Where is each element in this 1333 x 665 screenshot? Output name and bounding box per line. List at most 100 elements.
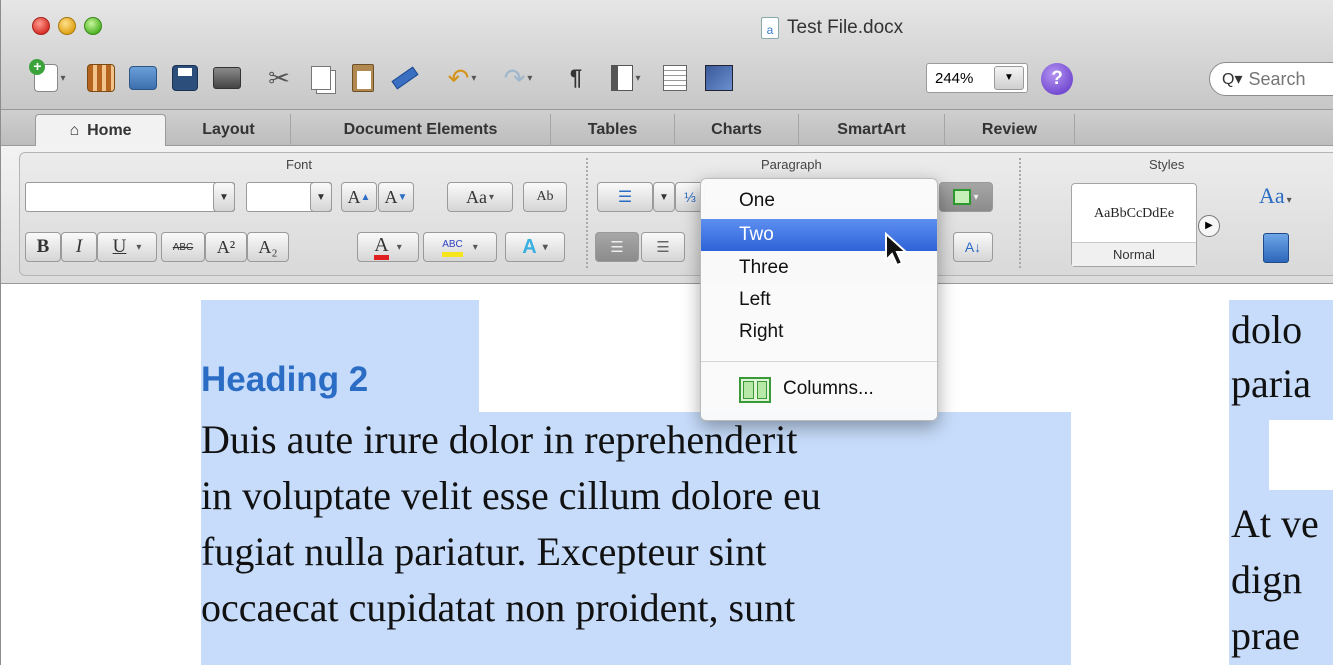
bullets-button[interactable]: ☰ [597, 182, 653, 212]
formatting-palette-button[interactable] [1263, 233, 1289, 263]
new-document-button[interactable]: + ▾ [25, 59, 75, 96]
strikethrough-button[interactable]: ABC [161, 232, 205, 262]
paragraph-line[interactable]: prae [1231, 612, 1300, 660]
menu-item-one[interactable]: One [701, 185, 937, 217]
format-painter-button[interactable] [387, 60, 423, 96]
text-effects-button[interactable]: A ▾ [505, 232, 565, 262]
font-group-label: Font [286, 157, 313, 172]
document-icon: a [761, 17, 779, 39]
zoom-value: 244% [935, 69, 974, 87]
undo-icon: ↶ [447, 62, 470, 93]
chevron-down-icon[interactable]: ▼ [994, 66, 1024, 90]
paragraph-line[interactable]: At ve [1231, 500, 1319, 548]
media-browser-button[interactable] [701, 60, 737, 96]
search-box[interactable]: Q▾ [1209, 62, 1333, 96]
change-case-button[interactable]: Aa ▾ [447, 182, 513, 212]
redo-icon: ↷ [503, 62, 526, 93]
zoom-window-button[interactable] [84, 17, 102, 35]
print-button[interactable] [209, 60, 245, 96]
chevron-down-icon[interactable]: ▼ [653, 182, 675, 212]
tab-tables[interactable]: Tables [551, 114, 675, 146]
open-folder-icon [129, 66, 157, 90]
copy-button[interactable] [303, 60, 339, 96]
templates-button[interactable] [83, 60, 119, 96]
align-left-button[interactable]: ☰ [595, 232, 639, 262]
close-window-button[interactable] [32, 17, 50, 35]
menu-item-left[interactable]: Left [701, 284, 937, 316]
superscript-button[interactable]: A² [205, 232, 247, 262]
columns-menu: One Two Three Left Right Columns... [700, 178, 938, 421]
paragraph-line[interactable]: paria [1231, 360, 1311, 408]
save-button[interactable] [167, 60, 203, 96]
zoom-select[interactable]: 244% ▼ [926, 63, 1028, 93]
styles-pane-button[interactable]: Aa ▾ [1259, 183, 1309, 213]
shrink-font-button[interactable]: A ▼ [378, 182, 414, 212]
templates-icon [87, 64, 115, 92]
subscript-icon: A₂ [258, 236, 278, 257]
show-formatting-button[interactable]: ¶ [561, 60, 591, 96]
document-heading[interactable]: Heading 2 [201, 358, 368, 402]
eraser-icon: Ab [536, 189, 554, 204]
chevron-down-icon[interactable]: ▼ [310, 182, 332, 212]
save-icon [172, 65, 198, 91]
view-button[interactable]: ▾ [601, 60, 651, 96]
gallery-button[interactable] [657, 60, 693, 96]
paragraph-line[interactable]: fugiat nulla pariatur. Excepteur sint [201, 528, 766, 576]
help-button[interactable]: ? [1041, 63, 1073, 95]
search-icon[interactable]: Q▾ [1222, 69, 1242, 89]
menu-separator [701, 361, 937, 362]
tab-charts[interactable]: Charts [675, 114, 799, 146]
columns-icon [953, 189, 972, 205]
ribbon-tab-bar: ⌂ Home Layout Document Elements Tables Ch… [1, 110, 1333, 147]
font-name-field[interactable] [25, 182, 235, 212]
sort-icon: A↓ [964, 239, 982, 255]
undo-button[interactable]: ↶ ▾ [437, 60, 487, 96]
paragraph-line[interactable]: dolo [1231, 306, 1302, 354]
numbered-list-icon: ⅓ [684, 189, 696, 205]
chevron-down-icon[interactable]: ▼ [213, 182, 235, 212]
styles-icon: Aa [1259, 183, 1285, 208]
word-window: a Test File.docx + ▾ ✂ ↶ ▾ ↷ ▾ ¶ ▾ 244% … [0, 0, 1333, 665]
style-sample-text: AaBbCcDdEe [1093, 206, 1175, 221]
paste-button[interactable] [345, 60, 381, 96]
printer-icon [213, 67, 241, 89]
paragraph-line[interactable]: dign [1231, 556, 1302, 604]
underline-button[interactable]: U ▾ [97, 232, 157, 262]
tab-home[interactable]: ⌂ Home [35, 114, 166, 147]
columns-button[interactable]: ▾ [939, 182, 993, 212]
menu-item-right[interactable]: Right [701, 316, 937, 348]
sort-button[interactable]: A↓ [953, 232, 993, 262]
group-divider [586, 158, 588, 268]
clear-formatting-button[interactable]: Ab [523, 182, 567, 212]
style-normal-card[interactable]: AaBbCcDdEe Normal [1071, 183, 1197, 267]
minimize-window-button[interactable] [58, 17, 76, 35]
new-document-icon: + [29, 59, 59, 92]
styles-next-button[interactable]: ▶ [1198, 215, 1220, 237]
cut-button[interactable]: ✂ [261, 60, 297, 96]
grow-font-button[interactable]: A ▲ [341, 182, 377, 212]
font-color-button[interactable]: A ▾ [357, 232, 419, 262]
home-icon: ⌂ [69, 122, 80, 139]
paragraph-line[interactable]: occaecat cupidatat non proident, sunt [201, 584, 795, 632]
italic-button[interactable]: I [61, 232, 97, 262]
tab-review[interactable]: Review [945, 114, 1075, 146]
tab-document-elements[interactable]: Document Elements [291, 114, 551, 146]
bold-button[interactable]: B [25, 232, 61, 262]
redo-button[interactable]: ↷ ▾ [493, 60, 543, 96]
search-input[interactable] [1248, 68, 1329, 90]
selection-highlight [1229, 420, 1269, 490]
align-center-button[interactable]: ☰ [641, 232, 685, 262]
tab-layout[interactable]: Layout [167, 114, 291, 146]
tab-smartart[interactable]: SmartArt [799, 114, 945, 146]
group-divider [1019, 158, 1021, 268]
paragraph-line[interactable]: Duis aute irure dolor in reprehenderit [201, 416, 797, 464]
subscript-button[interactable]: A₂ [247, 232, 289, 262]
highlight-button[interactable]: ABC ▾ [423, 232, 497, 262]
scissors-icon: ✂ [268, 62, 290, 93]
paragraph-line[interactable]: in voluptate velit esse cillum dolore eu [201, 472, 821, 520]
clipboard-icon [352, 64, 374, 92]
paintbrush-icon [391, 66, 419, 90]
play-icon: ▶ [1205, 220, 1213, 231]
menu-item-columns-dialog[interactable]: Columns... [701, 373, 937, 405]
open-button[interactable] [125, 60, 161, 96]
